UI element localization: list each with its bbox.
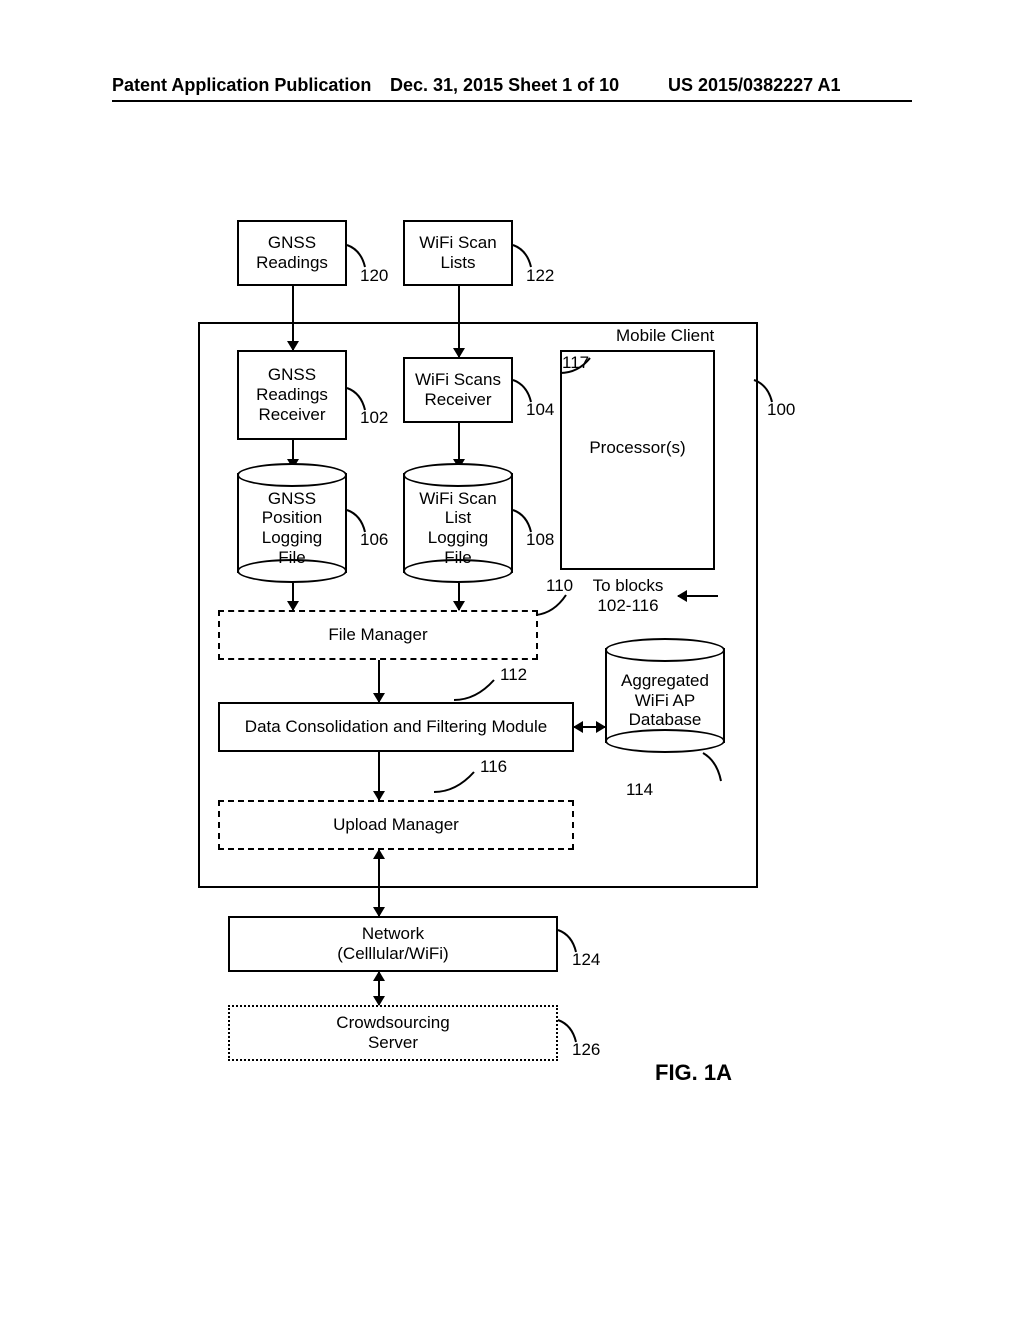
ref-104: 104 [526,400,554,420]
leader-112 [454,680,504,710]
wifi-scan-lists-box: WiFi Scan Lists [403,220,513,286]
ref-106: 106 [360,530,388,550]
header-rule [112,100,912,102]
leader-116 [434,772,484,802]
file-manager-box: File Manager [218,610,538,660]
ref-110: 110 [546,576,573,596]
ref-117: 117 [562,353,589,373]
crowdsourcing-server-box: Crowdsourcing Server [228,1005,558,1061]
aggregated-db-cylinder: Aggregated WiFi AP Database [605,638,725,753]
arrow-110-112 [378,660,380,702]
gnss-logging-label: GNSS Position Logging File [237,485,347,571]
wifi-logging-label: WiFi Scan List Logging File [403,485,513,571]
gnss-readings-box: GNSS Readings [237,220,347,286]
ref-100: 100 [767,400,795,420]
header-right: US 2015/0382227 A1 [668,75,840,96]
upload-manager-box: Upload Manager [218,800,574,850]
arrow-116-124 [378,850,380,916]
aggregated-db-label: Aggregated WiFi AP Database [605,660,725,741]
leader-110 [536,595,576,625]
ref-112: 112 [500,665,527,685]
arrow-112-114 [574,726,605,728]
ref-126: 126 [572,1040,600,1060]
header-left: Patent Application Publication [112,75,371,96]
arrow-120-102 [292,286,294,350]
arrow-112-116 [378,752,380,800]
to-blocks-label: To blocks 102-116 [583,576,673,616]
data-consolidation-box: Data Consolidation and Filtering Module [218,702,574,752]
mobile-client-label: Mobile Client [616,326,714,346]
ref-122: 122 [526,266,554,286]
ref-120: 120 [360,266,388,286]
ref-108: 108 [526,530,554,550]
header-mid: Dec. 31, 2015 Sheet 1 of 10 [390,75,619,96]
network-box: Network (Celllular/WiFi) [228,916,558,972]
leader-114 [703,753,733,793]
processors-label: Processor(s) [566,438,709,458]
processors-out-arrow [678,595,718,597]
ref-114: 114 [626,780,653,800]
wifi-scans-receiver-box: WiFi Scans Receiver [403,357,513,423]
gnss-logging-cylinder: GNSS Position Logging File [237,463,347,583]
page: Patent Application Publication Dec. 31, … [0,0,1024,1320]
ref-116: 116 [480,757,507,777]
wifi-logging-cylinder: WiFi Scan List Logging File [403,463,513,583]
arrow-108-110 [458,583,460,610]
arrow-106-110 [292,583,294,610]
arrow-124-126 [378,972,380,1005]
figure-label: FIG. 1A [655,1060,732,1086]
ref-124: 124 [572,950,600,970]
arrow-104-108 [458,423,460,468]
ref-102: 102 [360,408,388,428]
gnss-readings-receiver-box: GNSS Readings Receiver [237,350,347,440]
arrow-122-104 [458,286,460,357]
